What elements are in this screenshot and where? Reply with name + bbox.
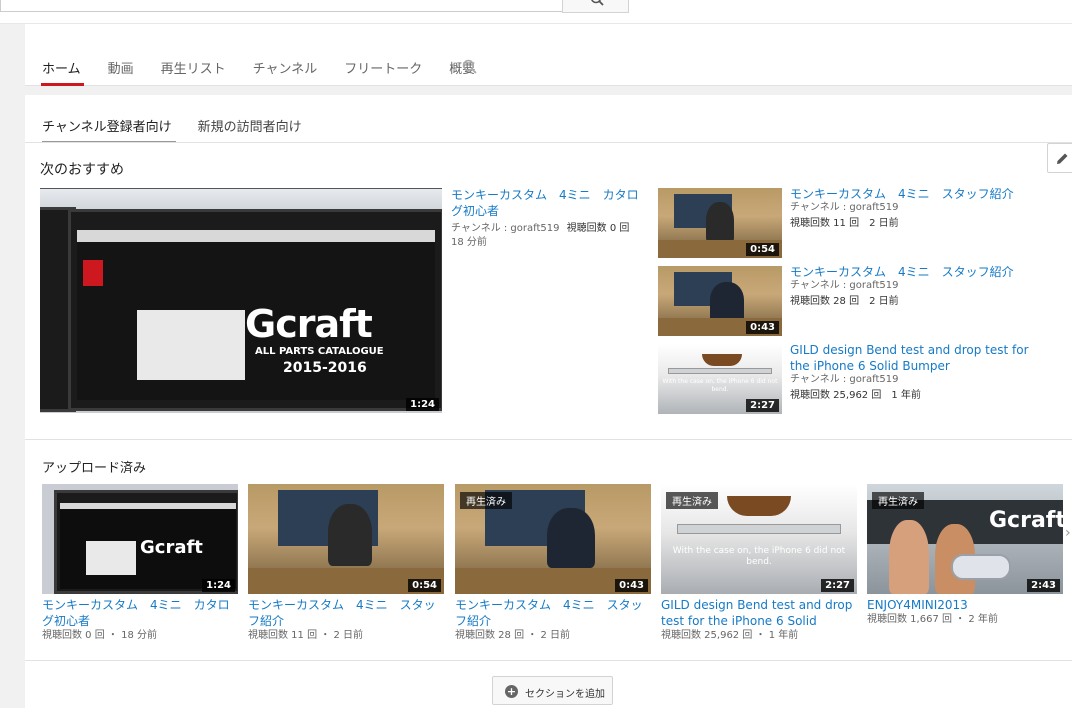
duration-badge: 2:43 (1027, 579, 1060, 592)
upload-video-meta: 視聴回数 1,667 回 ・ 2 年前 (867, 614, 998, 625)
side-video-meta: 視聴回数 11 回 2 日前 (790, 218, 899, 229)
tab-videos[interactable]: 動画 (108, 58, 134, 86)
video-caption: With the case on, the iPhone 6 did not b… (662, 378, 778, 393)
subtab-new-visitors[interactable]: 新規の訪問者向け (198, 116, 302, 143)
add-section-button[interactable]: + セクションを追加 (492, 676, 613, 705)
search-button[interactable] (562, 0, 629, 13)
upload-video-title[interactable]: GILD design Bend test and drop test for … (661, 597, 861, 629)
channel-search-icon[interactable] (462, 59, 477, 78)
upload-video-thumbnail[interactable]: 再生済み 0:43 (455, 484, 651, 594)
duration-badge: 2:27 (746, 399, 779, 412)
upload-video-title[interactable]: モンキーカスタム 4ミニ カタログ初心者 (42, 597, 238, 629)
gcraft-logo-text: Gcraft (245, 302, 373, 346)
upload-video-title[interactable]: モンキーカスタム 4ミニ スタッフ紹介 (455, 597, 651, 629)
divider (25, 660, 1072, 661)
duration-badge: 1:24 (202, 579, 235, 592)
watched-badge: 再生済み (666, 492, 718, 509)
side-video-title[interactable]: GILD design Bend test and drop test for … (790, 342, 1052, 374)
upload-video-meta: 視聴回数 28 回 ・ 2 日前 (455, 630, 570, 641)
left-gutter (0, 24, 24, 708)
watched-badge: 再生済み (872, 492, 924, 509)
side-video-thumbnail[interactable]: With the case on, the iPhone 6 did not b… (658, 344, 782, 414)
upload-video-thumbnail[interactable]: Gcraft 再生済み 2:43 (867, 484, 1063, 594)
side-video-meta: 視聴回数 28 回 2 日前 (790, 296, 899, 307)
duration-badge: 0:43 (746, 321, 779, 334)
duration-badge: 0:54 (408, 579, 441, 592)
tab-home[interactable]: ホーム (41, 58, 84, 86)
video-caption: With the case on, the iPhone 6 did not b… (672, 546, 846, 567)
side-video-channel[interactable]: チャンネル : goraft519 (790, 278, 898, 294)
featured-channel[interactable]: チャンネル : goraft519 (451, 223, 559, 234)
watched-badge: 再生済み (460, 492, 512, 509)
divider (25, 439, 1072, 440)
pencil-icon (1057, 153, 1068, 164)
upload-video-meta: 視聴回数 25,962 回 ・ 1 年前 (661, 630, 799, 641)
section-title-uploads: アップロード済み (42, 461, 147, 476)
chevron-right-icon[interactable]: › (1065, 525, 1071, 541)
side-video-channel[interactable]: チャンネル : goraft519 (790, 200, 898, 216)
duration-badge: 2:27 (821, 579, 854, 592)
side-video-meta: 視聴回数 25,962 回 1 年前 (790, 390, 921, 401)
tab-channels[interactable]: チャンネル (253, 58, 318, 86)
plus-icon: + (505, 685, 518, 698)
upload-video-thumbnail[interactable]: With the case on, the iPhone 6 did not b… (661, 484, 857, 594)
search-input[interactable] (0, 0, 563, 12)
divider (25, 142, 1072, 143)
side-video-thumbnail[interactable]: 0:54 (658, 188, 782, 258)
upload-video-meta: 視聴回数 11 回 ・ 2 日前 (248, 630, 363, 641)
masthead (0, 0, 1072, 24)
channel-nav: ホーム 動画 再生リスト チャンネル フリートーク 概要 (25, 24, 1072, 86)
upload-video-title[interactable]: モンキーカスタム 4ミニ スタッフ紹介 (248, 597, 444, 629)
section-title-recommended: 次のおすすめ (40, 162, 124, 178)
duration-badge: 0:43 (615, 579, 648, 592)
tab-playlists[interactable]: 再生リスト (161, 58, 226, 86)
upload-video-title[interactable]: ENJOY4MINI2013 (867, 597, 1063, 613)
featured-age: 18 分前 (451, 237, 487, 248)
subtab-subscribers[interactable]: チャンネル登録者向け (42, 116, 176, 143)
tab-discussion[interactable]: フリートーク (344, 58, 422, 86)
channel-content: チャンネル登録者向け 新規の訪問者向け 次のおすすめ Gcraft ALL PA… (25, 95, 1072, 708)
upload-video-thumbnail[interactable]: 0:54 (248, 484, 444, 594)
side-video-thumbnail[interactable]: 0:43 (658, 266, 782, 336)
upload-video-meta: 視聴回数 0 回 ・ 18 分前 (42, 630, 157, 641)
duration-badge: 1:24 (406, 398, 439, 411)
edit-button[interactable] (1047, 143, 1072, 173)
featured-video-thumbnail[interactable]: Gcraft ALL PARTS CATALOGUE 2015-2016 1:2… (40, 188, 442, 413)
duration-badge: 0:54 (746, 243, 779, 256)
side-video-channel[interactable]: チャンネル : goraft519 (790, 372, 898, 388)
upload-video-thumbnail[interactable]: Gcraft 1:24 (42, 484, 238, 594)
featured-video-title[interactable]: モンキーカスタム 4ミニ カタログ初心者 (451, 187, 641, 219)
featured-views: 視聴回数 0 回 (566, 223, 630, 234)
search-icon (591, 0, 604, 6)
add-section-label: セクションを追加 (525, 689, 605, 700)
